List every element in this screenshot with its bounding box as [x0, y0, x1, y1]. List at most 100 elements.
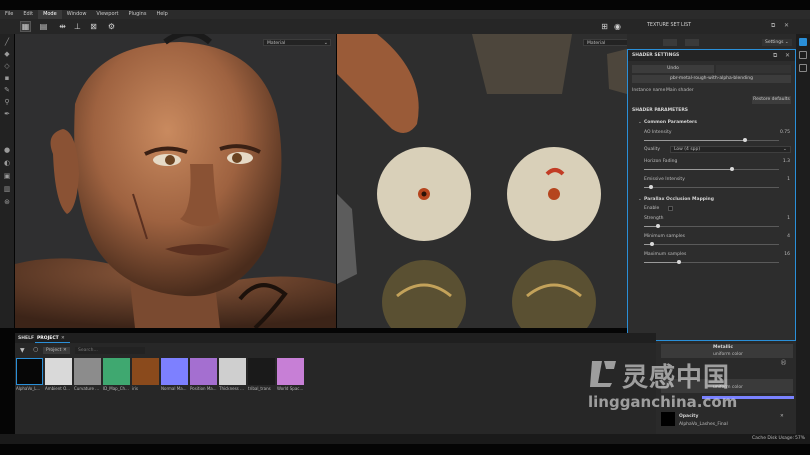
shelf-thumbnail[interactable]	[103, 358, 130, 385]
bottom-letterbox	[0, 444, 810, 455]
horizon-fading-slider[interactable]	[644, 167, 779, 171]
shelf-thumbnail[interactable]	[132, 358, 159, 385]
cache-disk-label: Cache Disk Usage:	[752, 436, 795, 441]
circle-filter-icon[interactable]: ○	[33, 346, 38, 353]
menu-mode[interactable]: Mode	[38, 10, 62, 19]
bake-icon[interactable]: ●	[3, 146, 11, 154]
shelf-thumbnail[interactable]	[219, 358, 246, 385]
shelf-thumbnail[interactable]	[45, 358, 72, 385]
properties-icon[interactable]	[799, 64, 807, 72]
layers-icon[interactable]	[799, 51, 807, 59]
geometry-fill-icon[interactable]: ▪	[3, 74, 11, 82]
tsl-tab-b[interactable]	[685, 39, 699, 46]
panel-dock-icon[interactable]: ⧉	[771, 22, 775, 30]
symmetry-icon[interactable]: ⇹	[57, 21, 68, 32]
smudge-icon[interactable]: ✎	[3, 86, 11, 94]
close-icon[interactable]: ✕	[785, 52, 790, 59]
menu-edit[interactable]: Edit	[18, 10, 38, 19]
shelf-thumbnail[interactable]	[161, 358, 188, 385]
pom-group[interactable]: Parallax Occlusion Mapping	[644, 197, 714, 202]
shelf-thumbnail-label: Ambient O...	[45, 386, 70, 391]
settings-gear-icon[interactable]: ⚙	[106, 21, 117, 32]
redo-button[interactable]	[716, 65, 791, 73]
close-icon[interactable]: ✕	[784, 22, 789, 29]
viewport3d-material-select[interactable]: Material ⌄	[263, 39, 331, 46]
slider-knob[interactable]	[729, 167, 734, 171]
strength-value[interactable]: 1	[787, 216, 790, 221]
instance-name-field[interactable]: Main shader	[666, 88, 694, 93]
restore-defaults-button[interactable]: Restore defaults	[752, 96, 791, 104]
strength-slider[interactable]	[644, 224, 779, 228]
slider-knob[interactable]	[650, 242, 655, 246]
menu-bar: File Edit Mode Window Viewport Plugins H…	[0, 10, 810, 19]
projection-icon[interactable]: ◇	[3, 62, 11, 70]
transform-icon[interactable]: ⊠	[88, 21, 99, 32]
min-samples-slider[interactable]	[644, 242, 779, 246]
paint-brush-icon[interactable]: ╱	[3, 38, 11, 46]
shelf-thumbnail[interactable]	[74, 358, 101, 385]
shader-preset-button[interactable]: pbr-metal-rough-with-alpha-blending	[632, 75, 791, 83]
snapshot-icon[interactable]: ◉	[612, 21, 623, 32]
layer-icon[interactable]: ◐	[3, 159, 11, 167]
slider-knob[interactable]	[648, 185, 653, 189]
grid-view-icon[interactable]: ▦	[20, 21, 31, 32]
watermark-chinese: 灵感中国	[622, 363, 731, 393]
tab-project[interactable]: PROJECT	[37, 336, 59, 341]
ao-intensity-slider[interactable]	[644, 138, 779, 142]
project-filter-tag[interactable]: Project ✕	[43, 347, 70, 354]
viewport-2d[interactable]: Material ⌄	[337, 34, 627, 328]
menu-help[interactable]: Help	[151, 10, 172, 19]
ao-intensity-label: AO Intensity	[644, 130, 672, 135]
collapse-arrow-icon[interactable]: ⌄	[638, 197, 642, 202]
tab-shelf[interactable]: SHELF	[18, 336, 34, 341]
viewport2d-material-select[interactable]: Material ⌄	[583, 39, 627, 46]
quality-dropdown[interactable]: Low (4 spp) ⌄	[670, 146, 791, 153]
filter-icon[interactable]: ▼	[20, 347, 25, 354]
slider-knob[interactable]	[743, 138, 748, 142]
menu-plugins[interactable]: Plugins	[124, 10, 152, 19]
emissive-intensity-value[interactable]: 1	[787, 177, 790, 182]
panel-dock-icon[interactable]: ⧉	[773, 52, 777, 60]
shelf-thumbnail[interactable]	[190, 358, 217, 385]
texture-set-list-title: TEXTURE SET LIST	[647, 23, 692, 28]
tsl-settings-dropdown[interactable]: Settings ⌄	[762, 39, 792, 46]
shelf-thumbnail[interactable]	[277, 358, 304, 385]
min-samples-value[interactable]: 4	[787, 234, 790, 239]
ao-intensity-value[interactable]: 0.75	[780, 130, 790, 135]
multi-grid-icon[interactable]: ▤	[38, 21, 49, 32]
horizon-fading-value[interactable]: 1.3	[783, 159, 790, 164]
emissive-intensity-slider[interactable]	[644, 185, 779, 189]
color-picker-icon[interactable]: ✒	[3, 110, 11, 118]
pom-enable-checkbox[interactable]	[668, 206, 673, 211]
tsl-tab-a[interactable]	[663, 39, 677, 46]
common-parameters-group[interactable]: Common Parameters	[644, 120, 697, 125]
menu-window[interactable]: Window	[62, 10, 92, 19]
menu-viewport[interactable]: Viewport	[91, 10, 123, 19]
shelf-thumbnail[interactable]	[248, 358, 275, 385]
align-icon[interactable]: ⊥	[72, 21, 83, 32]
pom-enable-label: Enable	[644, 206, 660, 211]
undo-button[interactable]: Undo	[632, 65, 714, 73]
slider-knob[interactable]	[677, 260, 682, 264]
shelf-thumbnail[interactable]	[16, 358, 43, 385]
chevron-down-icon: ⌄	[323, 40, 328, 46]
viewport-3d[interactable]: Material ⌄	[15, 34, 336, 328]
min-samples-label: Minimum samples	[644, 234, 685, 239]
slider-knob[interactable]	[655, 224, 660, 228]
assets-icon[interactable]: ⊛	[3, 198, 11, 206]
eraser-icon[interactable]: ◆	[3, 50, 11, 58]
display-icon[interactable]: ▣	[3, 172, 11, 180]
camera-split-icon[interactable]: ⊞	[599, 21, 610, 32]
menu-file[interactable]: File	[0, 10, 18, 19]
shelf-search-input[interactable]: Search...	[75, 347, 145, 354]
watermark-logo-icon	[590, 361, 616, 387]
close-icon[interactable]: ✕	[61, 336, 65, 341]
max-samples-value[interactable]: 16	[784, 252, 790, 257]
max-samples-slider[interactable]	[644, 260, 779, 264]
close-icon[interactable]: ✕	[63, 348, 67, 353]
clone-icon[interactable]: ⚲	[3, 98, 11, 106]
collapse-arrow-icon[interactable]: ⌄	[638, 120, 642, 125]
texture-set-icon[interactable]	[799, 38, 807, 46]
shader-settings-panel: SHADER SETTINGS ⧉ ✕ Undo pbr-metal-rough…	[627, 49, 796, 341]
history-icon[interactable]: ▥	[3, 185, 11, 193]
